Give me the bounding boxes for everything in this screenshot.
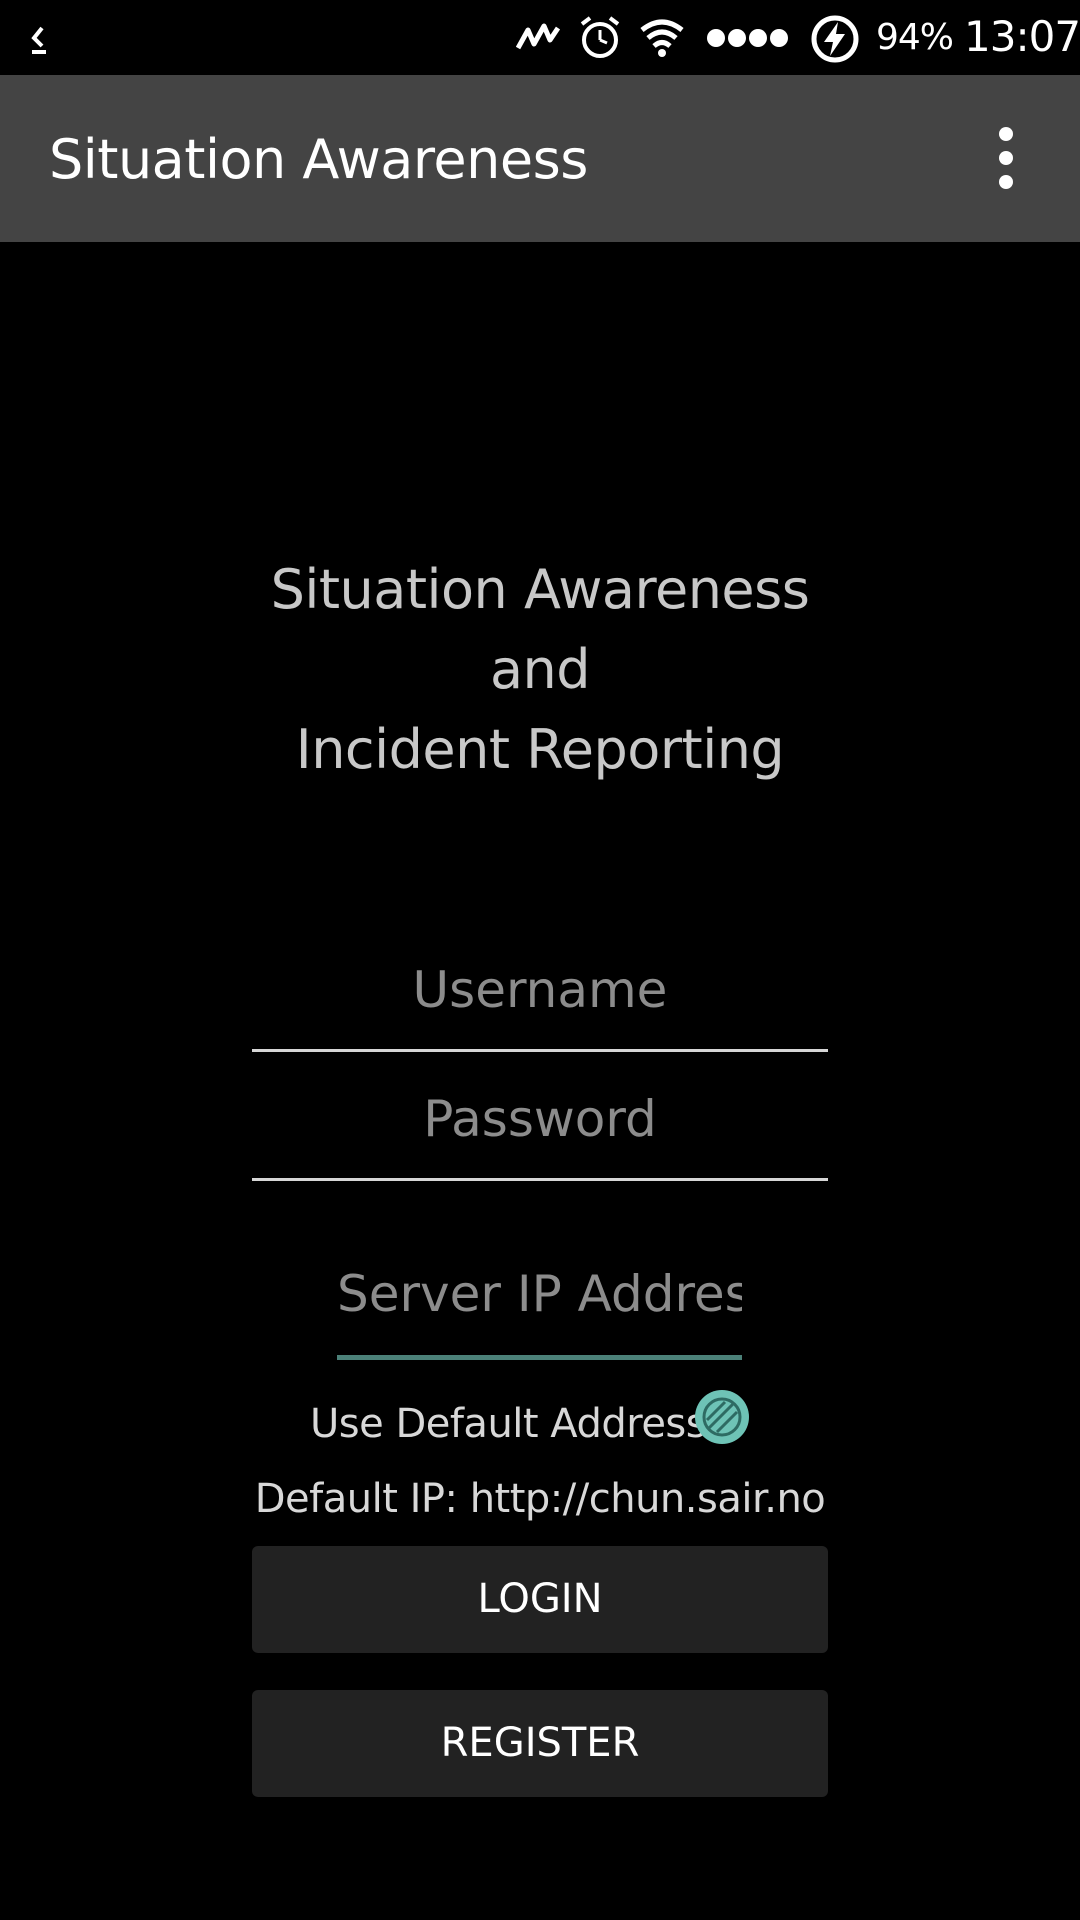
overflow-menu-icon[interactable] [986, 127, 1026, 191]
clock: 13:07 [964, 12, 1080, 61]
wifi-icon [640, 19, 684, 57]
back-icon[interactable] [24, 18, 54, 58]
app-bar: Situation Awareness [0, 75, 1080, 242]
signal-icon [707, 29, 788, 47]
use-default-radio[interactable] [695, 1390, 749, 1444]
activity-icon [516, 23, 560, 50]
heading-line-2: and [489, 638, 591, 701]
server-ip-underline [337, 1355, 742, 1360]
password-underline [252, 1178, 828, 1181]
server-ip-field[interactable] [337, 1262, 742, 1326]
status-bar: 94% 13:07 [0, 0, 1080, 75]
username-field[interactable] [252, 960, 828, 1020]
register-button[interactable]: REGISTER [252, 1690, 828, 1797]
password-field-wrapper [252, 1089, 828, 1181]
password-field[interactable] [252, 1089, 828, 1149]
alarm-icon [580, 16, 620, 58]
page-heading: Situation Awareness and Incident Reporti… [140, 550, 940, 790]
heading-line-3: Incident Reporting [295, 718, 785, 781]
username-field-wrapper [252, 960, 828, 1052]
username-underline [252, 1049, 828, 1052]
charging-icon [811, 15, 859, 63]
default-ip-text: Default IP: http://chun.sair.no [254, 1476, 826, 1522]
login-button[interactable]: LOGIN [252, 1546, 828, 1653]
app-title: Situation Awareness [49, 128, 588, 191]
use-default-label: Use Default Address [310, 1401, 707, 1447]
battery-percent: 94% [876, 17, 954, 58]
heading-line-1: Situation Awareness [270, 558, 810, 621]
server-ip-field-wrapper [337, 1262, 742, 1360]
radio-pattern-icon [702, 1397, 742, 1437]
use-default-row: Use Default Address [0, 1390, 1080, 1450]
